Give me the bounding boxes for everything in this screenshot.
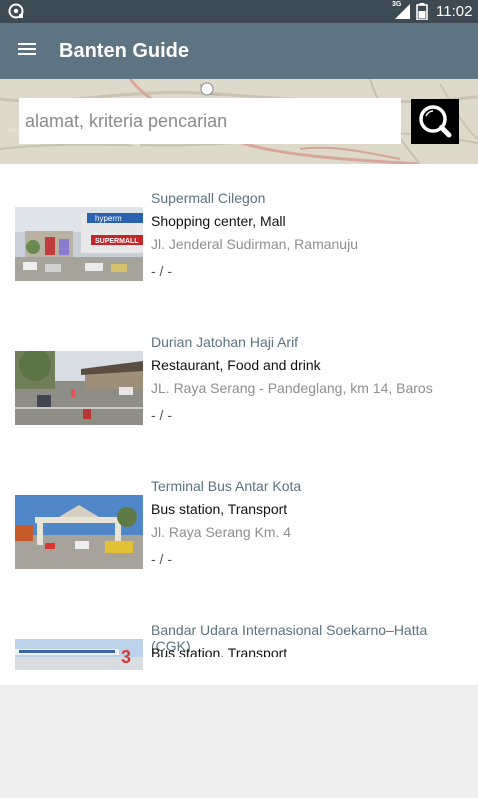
places-list: hyperm SUPERMALL Supermall Cilegon Shopp…	[0, 164, 478, 685]
place-category: Restaurant, Food and drink	[151, 357, 321, 373]
hamburger-menu-icon[interactable]	[14, 40, 40, 62]
supermall-sign-top: hyperm	[95, 214, 122, 223]
app-bar: Banten Guide	[0, 23, 478, 79]
status-bar: 3G 11:02	[0, 0, 478, 23]
place-name[interactable]: Supermall Cilegon	[151, 190, 461, 206]
place-address: JL. Raya Serang - Pandeglang, km 14, Bar…	[151, 380, 433, 396]
place-category: Bus station, Transport	[151, 645, 288, 657]
place-thumbnail: 3	[15, 639, 143, 670]
place-category: Bus station, Transport	[151, 501, 288, 517]
place-list-item[interactable]: Terminal Bus Antar Kota Bus station, Tra…	[0, 452, 478, 596]
place-rating: - / -	[151, 551, 172, 567]
place-rating: - / -	[151, 263, 172, 279]
battery-icon	[416, 3, 428, 20]
place-rating: - / -	[151, 407, 172, 423]
place-category: Shopping center, Mall	[151, 213, 286, 229]
status-clock: 11:02	[436, 3, 473, 20]
place-list-item[interactable]: Durian Jatohan Haji Arif Restaurant, Foo…	[0, 308, 478, 452]
search-input[interactable]	[19, 98, 401, 144]
place-thumbnail	[15, 495, 143, 569]
search-icon	[419, 105, 452, 138]
place-address: Jl. Raya Serang Km. 4	[151, 524, 292, 540]
app-title: Banten Guide	[59, 40, 190, 62]
airport-sign-number: 3	[121, 647, 131, 667]
notification-icon	[8, 3, 24, 19]
place-name[interactable]: Durian Jatohan Haji Arif	[151, 334, 461, 350]
search-button[interactable]	[411, 99, 459, 144]
place-list-item[interactable]: 3 Bandar Udara Internasional Soekarno–Ha…	[0, 596, 478, 685]
place-thumbnail	[15, 351, 143, 425]
place-name[interactable]: Terminal Bus Antar Kota	[151, 478, 461, 494]
signal-icon	[395, 4, 410, 19]
supermall-sign-bottom: SUPERMALL	[95, 238, 139, 245]
place-address: Jl. Jenderal Sudirman, Ramanuju	[151, 236, 358, 252]
place-thumbnail: hyperm SUPERMALL	[15, 207, 143, 281]
place-list-item[interactable]: hyperm SUPERMALL Supermall Cilegon Shopp…	[0, 164, 478, 308]
